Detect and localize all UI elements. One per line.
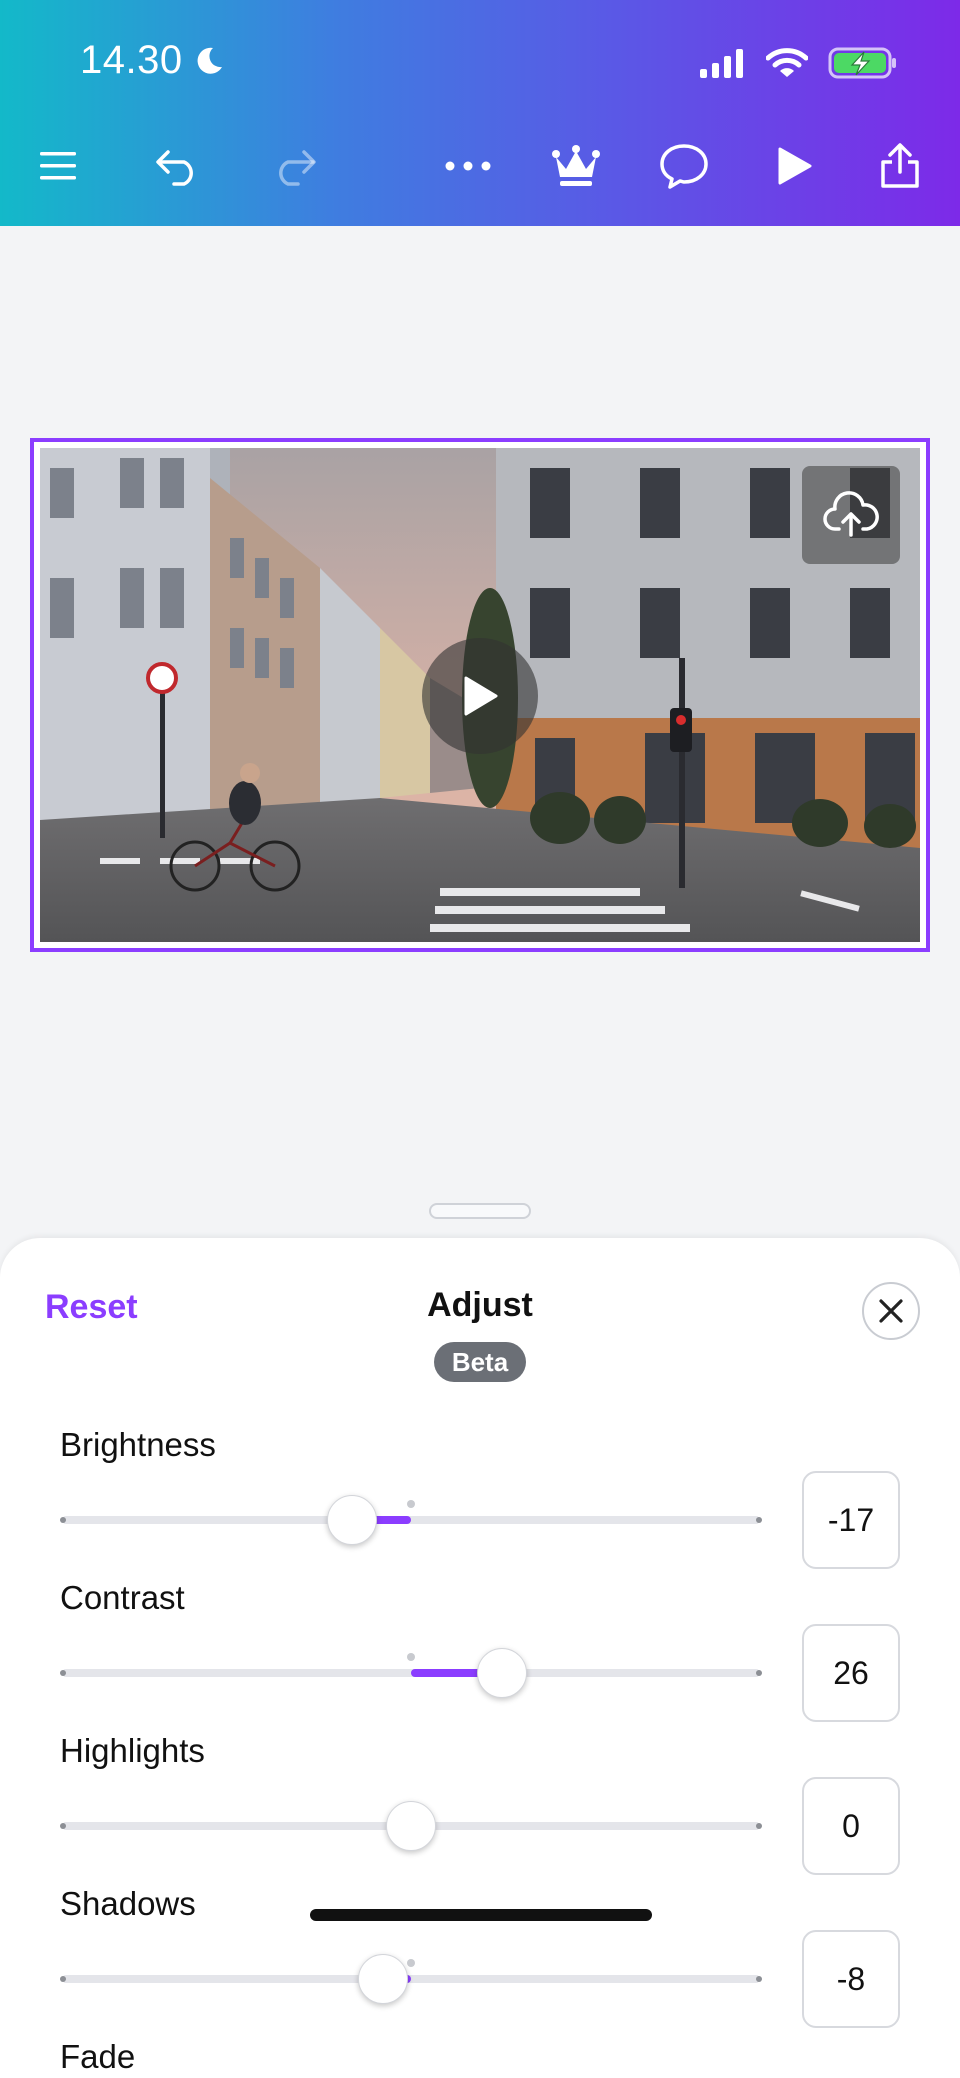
track-end-dot xyxy=(756,1976,762,1982)
wifi-icon xyxy=(766,48,808,77)
status-icons xyxy=(698,46,898,80)
brightness-value[interactable]: -17 xyxy=(802,1471,900,1569)
highlights-label: Highlights xyxy=(60,1732,205,1769)
top-bar: 14.30 xyxy=(0,0,960,226)
adjust-panel: Reset Adjust Beta Brightness -17 Contras… xyxy=(0,1238,960,2078)
present-button[interactable] xyxy=(766,138,822,194)
play-icon xyxy=(778,147,812,185)
cloud-upload-button[interactable] xyxy=(802,466,900,564)
highlights-slider[interactable] xyxy=(60,1801,762,1851)
track-start-dot xyxy=(60,1517,66,1523)
battery-charging-icon xyxy=(828,47,896,79)
more-button[interactable] xyxy=(440,138,496,194)
status-time: 14.30 xyxy=(80,38,225,83)
track-end-dot xyxy=(756,1670,762,1676)
panel-title: Adjust xyxy=(427,1286,533,1324)
track-center-marker xyxy=(407,1959,415,1967)
track-end-dot xyxy=(756,1517,762,1523)
beta-badge: Beta xyxy=(434,1342,526,1382)
cloud-upload-icon xyxy=(823,491,879,537)
redo-icon xyxy=(279,150,316,186)
track-center-marker xyxy=(407,1500,415,1508)
cellular-signal-icon xyxy=(700,49,743,78)
more-icon xyxy=(445,161,491,171)
premium-button[interactable] xyxy=(548,138,604,194)
slider-thumb[interactable] xyxy=(476,1648,527,1698)
highlights-value[interactable]: 0 xyxy=(802,1777,900,1875)
brightness-label: Brightness xyxy=(60,1426,216,1463)
shadows-value[interactable]: -8 xyxy=(802,1930,900,2028)
video-play-button[interactable] xyxy=(422,638,538,754)
share-button[interactable] xyxy=(872,138,928,194)
track-end-dot xyxy=(756,1823,762,1829)
editor-toolbar xyxy=(0,138,960,194)
comment-icon xyxy=(660,144,708,189)
shadows-slider[interactable] xyxy=(60,1954,762,2004)
slider-thumb[interactable] xyxy=(326,1495,377,1545)
comment-button[interactable] xyxy=(656,138,712,194)
shadows-label: Shadows xyxy=(60,1885,196,1922)
contrast-label: Contrast xyxy=(60,1579,185,1616)
track-center-marker xyxy=(407,1653,415,1661)
track-start-dot xyxy=(60,1670,66,1676)
sheet-drag-handle[interactable] xyxy=(429,1203,531,1219)
slider-thumb[interactable] xyxy=(386,1801,436,1851)
home-indicator xyxy=(310,1909,652,1921)
play-icon xyxy=(464,676,498,716)
share-icon xyxy=(881,143,919,188)
menu-icon xyxy=(40,152,76,180)
close-icon xyxy=(879,1299,903,1323)
close-button[interactable] xyxy=(862,1282,920,1340)
menu-button[interactable] xyxy=(30,138,86,194)
undo-icon xyxy=(156,150,193,186)
brightness-slider[interactable] xyxy=(60,1495,762,1545)
track-start-dot xyxy=(60,1823,66,1829)
track-start-dot xyxy=(60,1976,66,1982)
slider-thumb[interactable] xyxy=(358,1954,409,2004)
crown-icon xyxy=(552,145,600,186)
moon-icon xyxy=(197,47,222,74)
undo-button[interactable] xyxy=(150,138,206,194)
clock: 14.30 xyxy=(80,38,183,82)
redo-button[interactable] xyxy=(266,138,322,194)
contrast-value[interactable]: 26 xyxy=(802,1624,900,1722)
contrast-slider[interactable] xyxy=(60,1648,762,1698)
fade-label: Fade xyxy=(60,2038,136,2075)
